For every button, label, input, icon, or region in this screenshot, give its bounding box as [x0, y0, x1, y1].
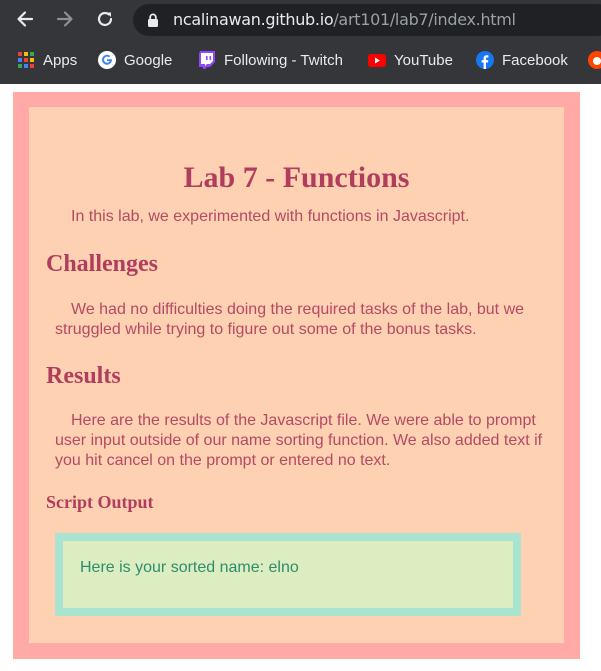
- bookmark-facebook[interactable]: Facebook: [476, 50, 568, 70]
- back-button[interactable]: [11, 5, 39, 33]
- google-icon: [98, 51, 116, 69]
- url-text: ncalinawan.github.io/art101/lab7/index.h…: [173, 10, 516, 30]
- bookmark-label: Facebook: [502, 51, 568, 69]
- forward-arrow-icon: [56, 11, 73, 27]
- results-paragraph: Here are the results of the Javascript f…: [55, 412, 543, 469]
- bookmark-label: Google: [124, 51, 173, 69]
- reload-icon: [97, 11, 113, 27]
- forward-button[interactable]: [51, 5, 79, 33]
- reddit-icon: [588, 51, 601, 69]
- url-host: ncalinawan.github.io: [173, 10, 334, 29]
- script-output-box: Here is your sorted name: elno: [55, 533, 521, 616]
- bookmark-label: Apps: [43, 51, 78, 69]
- bookmark-youtube[interactable]: YouTube: [368, 50, 453, 70]
- bookmark-google[interactable]: Google: [98, 50, 172, 70]
- intro-paragraph: In this lab, we experimented with functi…: [71, 208, 470, 225]
- twitch-icon: [198, 51, 216, 69]
- bookmark-reddit[interactable]: [588, 50, 601, 70]
- bookmark-apps[interactable]: Apps: [17, 50, 77, 70]
- reload-button[interactable]: [91, 5, 119, 33]
- challenges-paragraph: We had no difficulties doing the require…: [55, 301, 525, 338]
- bookmark-label: Following - Twitch: [224, 51, 343, 69]
- browser-chrome: ncalinawan.github.io/art101/lab7/index.h…: [0, 0, 601, 84]
- challenges-heading: Challenges: [46, 251, 159, 277]
- youtube-icon: [368, 51, 386, 69]
- bookmark-twitch[interactable]: Following - Twitch: [198, 50, 343, 70]
- apps-grid-icon: [17, 51, 35, 69]
- lock-icon: [148, 13, 158, 27]
- address-bar[interactable]: ncalinawan.github.io/art101/lab7/index.h…: [133, 4, 601, 36]
- page-title: Lab 7 - Functions: [183, 161, 410, 194]
- bookmarks-bar: Apps Google Following - Twitch YouTube F…: [0, 42, 601, 78]
- bookmark-label: YouTube: [394, 51, 453, 69]
- results-heading: Results: [46, 363, 121, 389]
- page-frame: Lab 7 - Functions In this lab, we experi…: [13, 92, 580, 659]
- script-output-text: Here is your sorted name: elno: [80, 559, 299, 576]
- content-card: Lab 7 - Functions In this lab, we experi…: [29, 107, 564, 643]
- script-output-heading: Script Output: [46, 492, 154, 512]
- facebook-icon: [476, 51, 494, 69]
- back-arrow-icon: [17, 11, 34, 27]
- url-path: /art101/lab7/index.html: [333, 10, 516, 29]
